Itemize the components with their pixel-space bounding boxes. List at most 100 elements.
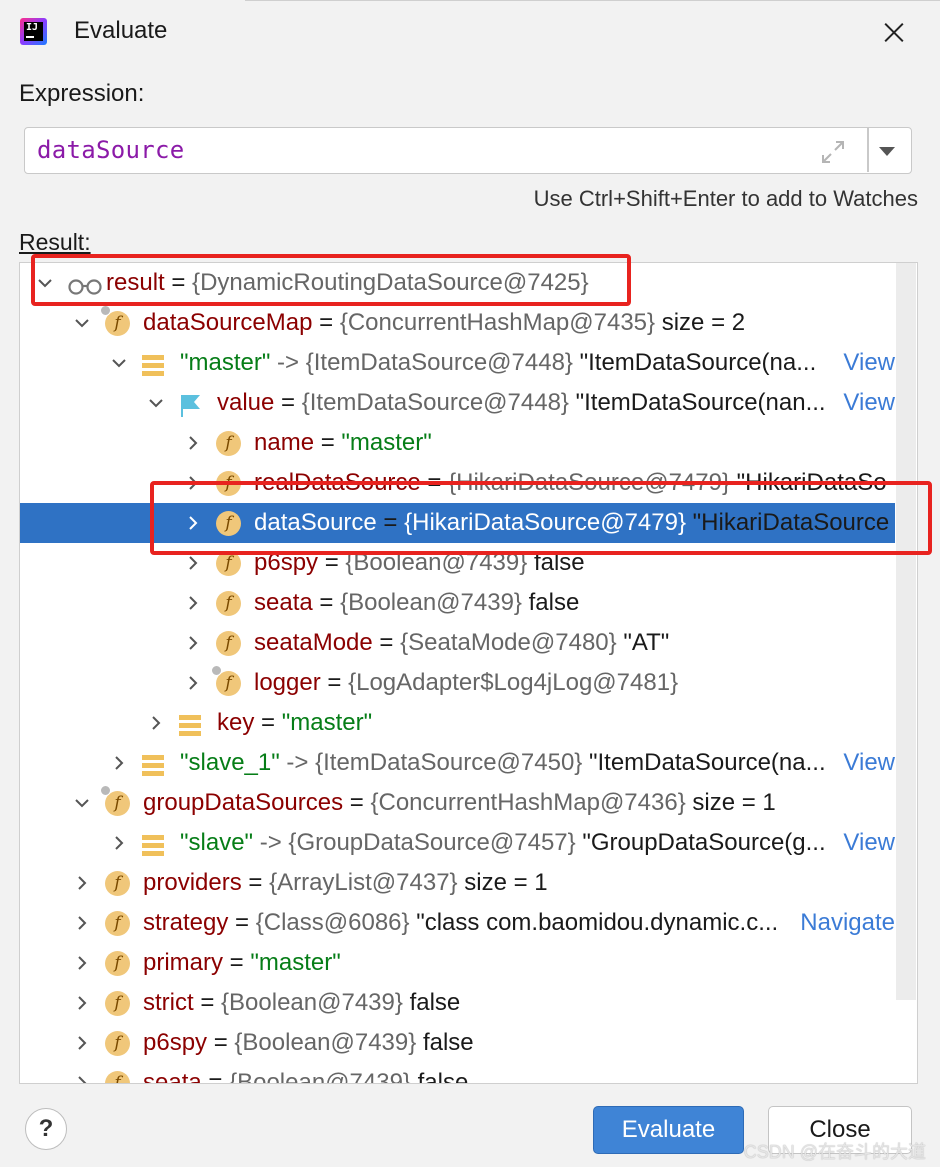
chevron-right-icon[interactable] <box>71 1023 93 1063</box>
datasource-highlight-box <box>150 481 932 555</box>
lock-badge-icon <box>100 305 111 316</box>
node-name: seata <box>254 589 313 616</box>
close-window-icon[interactable] <box>876 14 912 50</box>
tree-row[interactable]: f strategy = {Class@6086} "class com.baom… <box>20 903 895 943</box>
node-name: seata <box>143 1069 202 1084</box>
result-label: Result: <box>19 229 91 255</box>
node-value: "ItemDataSource(na... <box>582 749 826 776</box>
node-separator: = <box>312 309 340 336</box>
help-button[interactable]: ? <box>25 1108 67 1150</box>
tree-row[interactable]: key = "master" <box>20 703 895 743</box>
tree-row[interactable]: f seataMode = {SeataMode@7480} "AT" <box>20 623 895 663</box>
window-title: Evaluate <box>74 17 168 44</box>
lock-badge-icon <box>211 665 222 676</box>
chevron-right-icon[interactable] <box>71 943 93 983</box>
tree-row[interactable]: "slave_1" -> {ItemDataSource@7450} "Item… <box>20 743 895 783</box>
node-separator: = <box>201 1069 230 1084</box>
view-link[interactable]: View <box>841 823 895 863</box>
tree-row[interactable]: f seata = {Boolean@7439} false <box>20 1063 895 1084</box>
chevron-right-icon[interactable] <box>182 663 204 703</box>
node-name: primary <box>143 949 224 976</box>
chevron-right-icon[interactable] <box>71 863 93 903</box>
node-type: {GroupDataSource@7457} <box>288 829 576 856</box>
map-entry-icon <box>142 355 164 380</box>
map-entry-icon <box>179 715 201 740</box>
chevron-right-icon[interactable] <box>71 983 93 1023</box>
result-tree[interactable]: result = {DynamicRoutingDataSource@7425}… <box>19 262 918 1084</box>
watermark: CSDN @在奋斗的大道 <box>743 1142 926 1162</box>
node-separator: = <box>372 629 401 656</box>
tree-scrollbar[interactable] <box>896 263 916 1000</box>
chevron-right-icon[interactable] <box>108 823 130 863</box>
field-icon: f <box>105 1071 130 1083</box>
navigate-link[interactable]: Navigate <box>798 903 895 943</box>
result-highlight-box <box>31 254 631 306</box>
tree-row-text: logger = {LogAdapter$Log4jLog@7481} <box>254 663 678 703</box>
node-separator: = <box>274 389 302 416</box>
tree-row[interactable]: f providers = {ArrayList@7437} size = 1 <box>20 863 895 903</box>
chevron-right-icon[interactable] <box>182 583 204 623</box>
view-link[interactable]: View <box>841 383 895 423</box>
expression-input[interactable]: dataSource <box>37 136 185 164</box>
view-link[interactable]: View <box>841 743 895 783</box>
tree-row[interactable]: f seata = {Boolean@7439} false <box>20 583 895 623</box>
tree-row[interactable]: f logger = {LogAdapter$Log4jLog@7481} <box>20 663 895 703</box>
node-type: {Boolean@7439} <box>340 589 522 616</box>
tree-row-text: primary = "master" <box>143 943 341 983</box>
intellij-app-icon: IJ <box>20 18 47 45</box>
chevron-down-icon[interactable] <box>108 343 130 383</box>
tree-row-text: strict = {Boolean@7439} false <box>143 983 460 1023</box>
tree-row[interactable]: f strict = {Boolean@7439} false <box>20 983 895 1023</box>
tree-row[interactable]: "slave" -> {GroupDataSource@7457} "Group… <box>20 823 895 863</box>
history-dropdown-icon[interactable] <box>879 147 895 156</box>
node-type: {ItemDataSource@7450} <box>315 749 583 776</box>
field-icon: f <box>105 871 130 896</box>
chevron-down-icon[interactable] <box>71 303 93 343</box>
chevron-right-icon[interactable] <box>182 423 204 463</box>
tree-row-text: groupDataSources = {ConcurrentHashMap@74… <box>143 783 776 823</box>
node-value: size = 1 <box>685 789 776 816</box>
node-type: {ConcurrentHashMap@7436} <box>370 789 686 816</box>
node-value: false <box>402 989 461 1016</box>
node-type: {SeataMode@7480} <box>400 629 617 656</box>
node-type: {ConcurrentHashMap@7435} <box>339 309 656 336</box>
node-name: "slave_1" <box>180 749 280 776</box>
field-icon: f <box>105 1031 130 1056</box>
node-separator: -> <box>253 829 289 856</box>
node-type: {Boolean@7439} <box>221 989 403 1016</box>
node-name: providers <box>143 869 242 896</box>
node-separator: = <box>241 869 270 896</box>
tree-row[interactable]: f name = "master" <box>20 423 895 463</box>
tree-row-text: providers = {ArrayList@7437} size = 1 <box>143 863 548 903</box>
tree-row-text: strategy = {Class@6086} "class com.baomi… <box>143 903 778 943</box>
chevron-down-icon[interactable] <box>145 383 167 423</box>
tree-row[interactable]: f primary = "master" <box>20 943 895 983</box>
tree-row-text: seataMode = {SeataMode@7480} "AT" <box>254 623 669 663</box>
node-separator: = <box>207 1029 235 1056</box>
tree-row[interactable]: f p6spy = {Boolean@7439} false <box>20 1023 895 1063</box>
tree-row-text: value = {ItemDataSource@7448} "ItemDataS… <box>217 383 826 423</box>
node-separator: = <box>193 989 222 1016</box>
evaluate-button[interactable]: Evaluate <box>593 1106 744 1154</box>
tree-row-text: key = "master" <box>217 703 372 743</box>
tree-row[interactable]: value = {ItemDataSource@7448} "ItemDataS… <box>20 383 895 423</box>
chevron-right-icon[interactable] <box>145 703 167 743</box>
chevron-right-icon[interactable] <box>182 623 204 663</box>
chevron-right-icon[interactable] <box>71 1063 93 1083</box>
chevron-right-icon[interactable] <box>108 743 130 783</box>
lock-badge-icon <box>100 785 111 796</box>
tree-row[interactable]: f dataSourceMap = {ConcurrentHashMap@7435… <box>20 303 895 343</box>
expand-icon[interactable] <box>820 139 846 165</box>
node-type: {Boolean@7439} <box>229 1069 411 1084</box>
node-value: "master" <box>341 429 432 456</box>
dropdown-separator <box>867 128 869 172</box>
chevron-down-icon[interactable] <box>71 783 93 823</box>
chevron-right-icon[interactable] <box>71 903 93 943</box>
expression-combobox[interactable]: dataSource <box>24 127 912 174</box>
tree-row[interactable]: "master" -> {ItemDataSource@7448} "ItemD… <box>20 343 895 383</box>
node-name: key <box>217 709 255 736</box>
view-link[interactable]: View <box>841 343 895 383</box>
tree-row[interactable]: f groupDataSources = {ConcurrentHashMap@7… <box>20 783 895 823</box>
tree-row-text: p6spy = {Boolean@7439} false <box>143 1023 474 1063</box>
node-type: {Boolean@7439} <box>234 1029 417 1056</box>
